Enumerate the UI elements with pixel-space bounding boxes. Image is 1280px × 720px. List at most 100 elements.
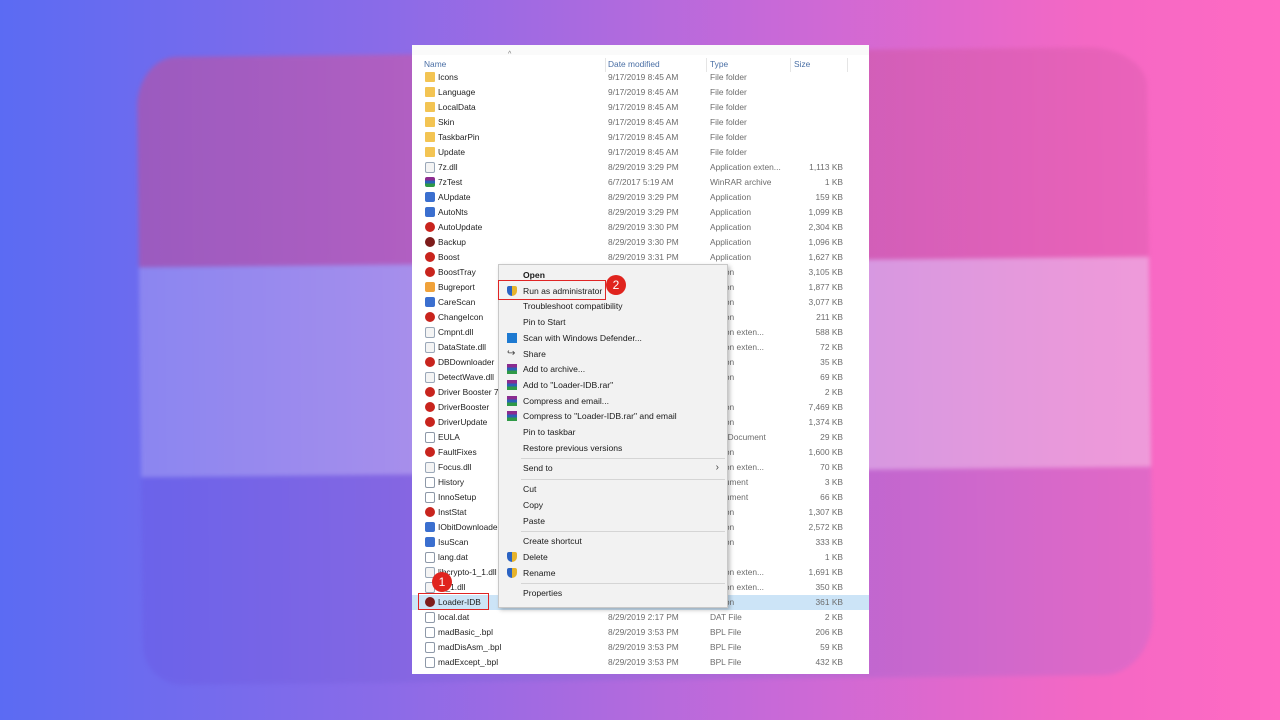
- file-date: 8/29/2019 2:17 PM: [608, 612, 679, 622]
- file-date: 9/17/2019 8:45 AM: [608, 132, 679, 142]
- file-row[interactable]: AutoNts 8/29/2019 3:29 PM Application 1,099…: [412, 205, 869, 220]
- menu-item-label: Compress to "Loader-IDB.rar" and email: [523, 411, 677, 422]
- file-row[interactable]: Backup 8/29/2019 3:30 PM Application 1,096 …: [412, 235, 869, 250]
- menu-item-properties[interactable]: Properties: [499, 586, 727, 601]
- file-size: 1 KB: [824, 177, 843, 187]
- file-row[interactable]: TaskbarPin 9/17/2019 8:45 AM File folder: [412, 130, 869, 145]
- menu-item-label: Send to: [523, 463, 553, 474]
- file-row[interactable]: 7zTest 6/7/2017 5:19 AM WinRAR archive 1 KB: [412, 175, 869, 190]
- dll-file-icon: [425, 342, 435, 353]
- file-size: 1 KB: [824, 552, 843, 562]
- menu-item-label: Scan with Windows Defender...: [523, 332, 642, 343]
- file-row[interactable]: Language 9/17/2019 8:45 AM File folder: [412, 85, 869, 100]
- file-row[interactable]: Update 9/17/2019 8:45 AM File folder: [412, 145, 869, 160]
- column-name[interactable]: Name: [424, 59, 446, 69]
- column-size[interactable]: Size: [794, 59, 810, 69]
- defender-icon: [507, 332, 517, 343]
- column-date-modified[interactable]: Date modified: [608, 59, 660, 69]
- file-name: Skin: [438, 117, 455, 127]
- menu-item-share[interactable]: ↪ Share: [499, 347, 727, 362]
- application-icon: [425, 417, 435, 427]
- highlight-run-as-administrator: [498, 280, 606, 300]
- menu-item-compress-and-email[interactable]: Compress and email...: [499, 394, 727, 409]
- menu-item-troubleshoot-compatibility[interactable]: Troubleshoot compatibility: [499, 299, 727, 314]
- file-date: 8/29/2019 3:29 PM: [608, 192, 679, 202]
- menu-item-compress-to-loader-idb-rar-and-email[interactable]: Compress to "Loader-IDB.rar" and email: [499, 409, 727, 424]
- file-type: Application: [710, 237, 751, 247]
- file-type: Application: [710, 207, 751, 217]
- winrar-icon: [507, 395, 517, 406]
- menu-item-restore-previous-versions[interactable]: Restore previous versions: [499, 441, 727, 456]
- menu-item-delete[interactable]: Delete: [499, 550, 727, 565]
- menu-item-label: Pin to Start: [523, 317, 566, 328]
- file-row[interactable]: LocalData 9/17/2019 8:45 AM File folder: [412, 100, 869, 115]
- menu-item-label: Compress and email...: [523, 395, 609, 406]
- menu-item-cut[interactable]: Cut: [499, 482, 727, 497]
- file-row[interactable]: AUpdate 8/29/2019 3:29 PM Application 159 K…: [412, 190, 869, 205]
- file-type: WinRAR archive: [710, 177, 772, 187]
- file-row[interactable]: AutoUpdate 8/29/2019 3:30 PM Application 2,…: [412, 220, 869, 235]
- file-size: 3,105 KB: [808, 267, 843, 277]
- application-icon: [425, 402, 435, 412]
- file-name: local.dat: [438, 612, 470, 622]
- menu-item-pin-to-start[interactable]: Pin to Start: [499, 315, 727, 330]
- uac-shield-icon: [507, 567, 517, 578]
- file-size: 69 KB: [820, 372, 843, 382]
- menu-item-paste[interactable]: Paste: [499, 514, 727, 529]
- file-type: File folder: [710, 117, 747, 127]
- menu-item-rename[interactable]: Rename: [499, 566, 727, 581]
- file-icon: [425, 642, 435, 653]
- file-type: File folder: [710, 102, 747, 112]
- file-row[interactable]: Boost 8/29/2019 3:31 PM Application 1,627 K…: [412, 250, 869, 265]
- file-size: 1,307 KB: [808, 507, 843, 517]
- column-type[interactable]: Type: [710, 59, 728, 69]
- file-icon: [425, 552, 435, 563]
- dll-file-icon: [425, 162, 435, 173]
- file-name: IsuScan: [438, 537, 469, 547]
- application-icon: [425, 237, 435, 247]
- dll-file-icon: [425, 462, 435, 473]
- file-row[interactable]: local.dat 8/29/2019 2:17 PM DAT File 2 KB: [412, 610, 869, 625]
- menu-item-label: Add to "Loader-IDB.rar": [523, 379, 614, 390]
- file-size: 59 KB: [820, 642, 843, 652]
- file-name: DetectWave.dll: [438, 372, 495, 382]
- file-row[interactable]: madBasic_.bpl 8/29/2019 3:53 PM BPL File 20…: [412, 625, 869, 640]
- menu-item-copy[interactable]: Copy: [499, 498, 727, 513]
- file-size: 1,099 KB: [808, 207, 843, 217]
- file-name: IObitDownloade: [438, 522, 498, 532]
- menu-item-add-to-archive[interactable]: Add to archive...: [499, 362, 727, 377]
- menu-item-label: Troubleshoot compatibility: [523, 301, 623, 312]
- file-size: 1,096 KB: [808, 237, 843, 247]
- file-name: AUpdate: [438, 192, 471, 202]
- file-name: AutoNts: [438, 207, 468, 217]
- file-date: 9/17/2019 8:45 AM: [608, 147, 679, 157]
- menu-item-scan-with-windows-defender[interactable]: Scan with Windows Defender...: [499, 331, 727, 346]
- menu-item-add-to-loader-idb-rar[interactable]: Add to "Loader-IDB.rar": [499, 378, 727, 393]
- file-name: BoostTray: [438, 267, 476, 277]
- file-row[interactable]: madDisAsm_.bpl 8/29/2019 3:53 PM BPL File 5…: [412, 640, 869, 655]
- file-icon: [425, 492, 435, 503]
- file-size: 1,374 KB: [808, 417, 843, 427]
- menu-item-pin-to-taskbar[interactable]: Pin to taskbar: [499, 425, 727, 440]
- file-type: File folder: [710, 87, 747, 97]
- menu-item-create-shortcut[interactable]: Create shortcut: [499, 534, 727, 549]
- file-icon: [425, 612, 435, 623]
- menu-item-send-to[interactable]: Send to ›: [499, 461, 727, 476]
- uac-shield-icon: [507, 551, 517, 562]
- file-size: 1,691 KB: [808, 567, 843, 577]
- menu-separator: [521, 531, 725, 533]
- file-row[interactable]: madExcept_.bpl 8/29/2019 3:53 PM BPL File 4…: [412, 655, 869, 670]
- file-type: Application exten...: [710, 162, 781, 172]
- file-row[interactable]: Skin 9/17/2019 8:45 AM File folder: [412, 115, 869, 130]
- file-row[interactable]: 7z.dll 8/29/2019 3:29 PM Application exten…: [412, 160, 869, 175]
- folder-icon: [425, 102, 435, 112]
- file-type: File folder: [710, 72, 747, 82]
- chevron-right-icon: ›: [715, 462, 719, 474]
- file-row[interactable]: Icons 9/17/2019 8:45 AM File folder: [412, 70, 869, 85]
- step-badge-1: 1: [432, 572, 452, 592]
- folder-icon: [425, 87, 435, 97]
- file-type: BPL File: [710, 627, 742, 637]
- menu-separator: [521, 458, 725, 460]
- file-type: BPL File: [710, 642, 742, 652]
- file-date: 8/29/2019 3:31 PM: [608, 252, 679, 262]
